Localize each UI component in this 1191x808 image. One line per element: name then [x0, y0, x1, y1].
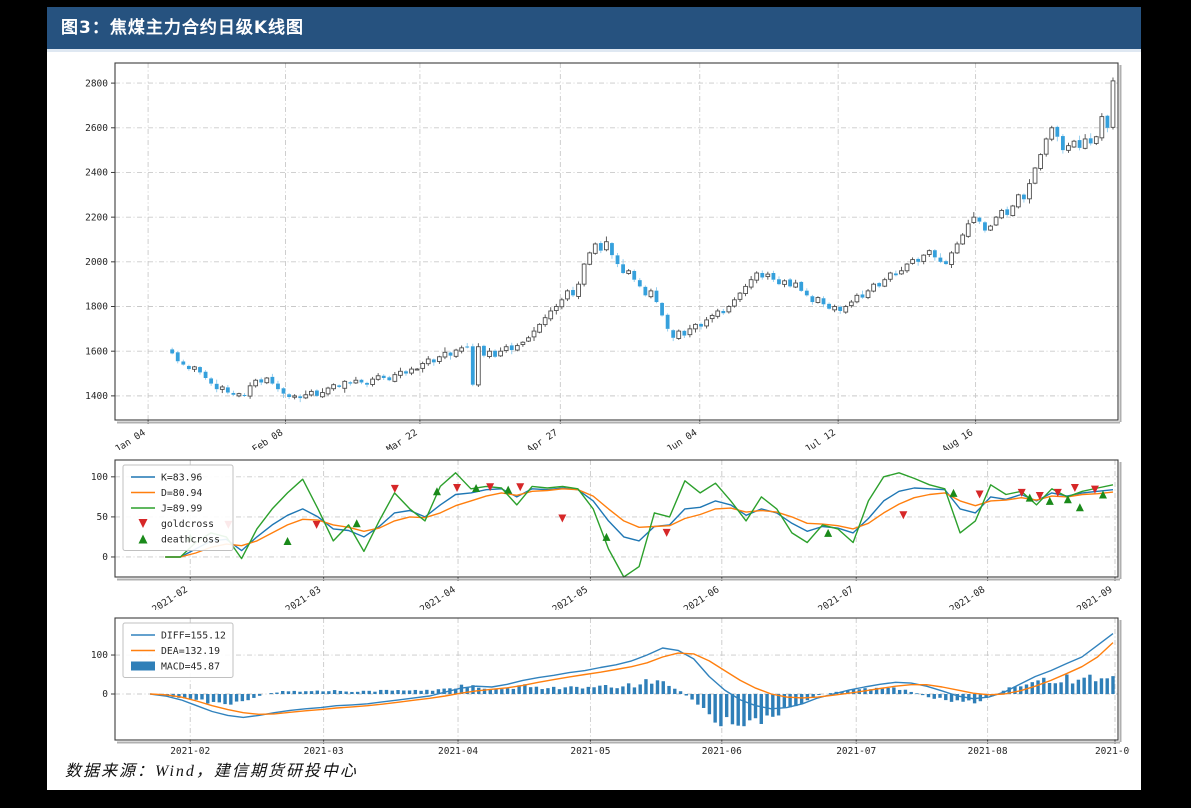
svg-text:2200: 2200 [85, 212, 108, 223]
svg-text:Feb 08: Feb 08 [250, 427, 285, 450]
figure-header-bar: 图3：焦煤主力合约日级K线图 [47, 7, 1141, 52]
report-figure-page: { "header": { "title": "图3：焦煤主力合约日级K线图" … [0, 0, 1191, 808]
svg-text:1800: 1800 [85, 302, 108, 313]
svg-text:2021-09: 2021-09 [1095, 746, 1130, 757]
candlestick-chart-panel: 1400 1600 1800 2000 2200 2400 2600 2800 Jan 04 Fe… [55, 55, 1130, 450]
svg-text:2600: 2600 [85, 123, 108, 134]
svg-text:2021-04: 2021-04 [438, 746, 478, 757]
svg-text:2021-08: 2021-08 [948, 584, 988, 610]
svg-text:DIFF=155.12: DIFF=155.12 [161, 630, 226, 641]
svg-text:Aug 16: Aug 16 [940, 427, 975, 450]
svg-text:J=89.99: J=89.99 [161, 503, 202, 514]
figure-title: 图3：焦煤主力合约日级K线图 [47, 7, 1141, 49]
svg-text:2021-07: 2021-07 [816, 584, 856, 610]
svg-text:2021-02: 2021-02 [170, 746, 210, 757]
svg-text:Mar 22: Mar 22 [385, 427, 420, 450]
macd-indicator-panel: 0 100 2021-02 2021-03 2021-04 2021-05 2021-06 2… [55, 610, 1130, 757]
svg-text:2800: 2800 [85, 78, 108, 89]
svg-text:2021-02: 2021-02 [150, 584, 190, 610]
svg-text:MACD=45.87: MACD=45.87 [161, 661, 220, 672]
svg-text:100: 100 [91, 472, 108, 483]
svg-text:0: 0 [102, 689, 108, 700]
svg-text:2400: 2400 [85, 168, 108, 179]
svg-text:Jan 04: Jan 04 [113, 427, 148, 450]
data-source-note: 数据来源：Wind，建信期货研投中心 [65, 757, 358, 781]
svg-text:2021-05: 2021-05 [550, 584, 590, 610]
svg-text:50: 50 [97, 512, 109, 523]
svg-text:2021-08: 2021-08 [968, 746, 1008, 757]
svg-text:Jun 04: Jun 04 [665, 427, 700, 450]
svg-text:deathcross: deathcross [161, 534, 220, 545]
figure-content-area: 图3：焦煤主力合约日级K线图 1400 1600 1800 2000 2200 2400 2… [47, 7, 1141, 790]
svg-text:2021-03: 2021-03 [304, 746, 344, 757]
svg-text:2021-09: 2021-09 [1075, 584, 1115, 610]
svg-text:K=83.96: K=83.96 [161, 472, 202, 483]
svg-text:0: 0 [102, 552, 108, 563]
svg-text:Apr 27: Apr 27 [525, 427, 560, 450]
svg-text:goldcross: goldcross [161, 519, 214, 530]
svg-text:2021-05: 2021-05 [570, 746, 610, 757]
svg-text:Jul 12: Jul 12 [803, 427, 838, 450]
svg-text:2021-03: 2021-03 [284, 584, 324, 610]
svg-text:100: 100 [91, 650, 108, 661]
svg-text:2021-07: 2021-07 [836, 746, 876, 757]
svg-text:2021-06: 2021-06 [682, 584, 722, 610]
svg-text:1600: 1600 [85, 346, 108, 357]
svg-text:DEA=132.19: DEA=132.19 [161, 646, 220, 657]
svg-text:D=80.94: D=80.94 [161, 488, 202, 499]
svg-text:1400: 1400 [85, 391, 108, 402]
svg-text:2000: 2000 [85, 257, 108, 268]
svg-text:2021-04: 2021-04 [418, 584, 458, 610]
kdj-indicator-panel: 0 50 100 2021-02 2021-03 2021-04 2021-05 2021-0… [55, 450, 1130, 610]
svg-text:2021-06: 2021-06 [702, 746, 742, 757]
